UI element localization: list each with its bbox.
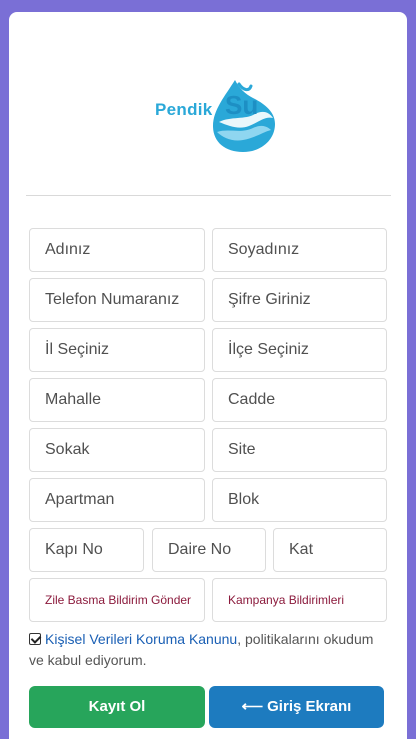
block-input[interactable]: Blok [212, 478, 387, 522]
ring-notify-option[interactable]: Zile Basma Bildirim Gönder [29, 578, 205, 622]
first-name-input[interactable]: Adınız [29, 228, 205, 272]
register-button[interactable]: Kayıt Ol [29, 686, 205, 728]
floor-input[interactable]: Kat [273, 528, 387, 572]
brand-logo: Pendik Su [155, 76, 279, 156]
register-button-label: Kayıt Ol [88, 698, 146, 715]
flat-no-input[interactable]: Daire No [152, 528, 266, 572]
phone-input[interactable]: Telefon Numaranız [29, 278, 205, 322]
password-input[interactable]: Şifre Giriniz [212, 278, 387, 322]
brand-mark: Su [225, 90, 259, 120]
login-button-label: Giriş Ekranı [267, 698, 352, 715]
neighborhood-input[interactable]: Mahalle [29, 378, 205, 422]
street-input[interactable]: Cadde [212, 378, 387, 422]
last-name-input[interactable]: Soyadınız [212, 228, 387, 272]
door-no-input[interactable]: Kapı No [29, 528, 144, 572]
login-screen-button[interactable]: ⟵ Giriş Ekranı [209, 686, 384, 728]
kvkk-link[interactable]: Kişisel Verileri Koruma Kanunu [45, 631, 237, 647]
alley-input[interactable]: Sokak [29, 428, 205, 472]
divider [26, 195, 391, 196]
consent-checkbox[interactable] [29, 633, 41, 645]
campaign-notify-option[interactable]: Kampanya Bildirimleri [212, 578, 387, 622]
site-input[interactable]: Site [212, 428, 387, 472]
register-card: Pendik Su Adınız Soyadınız Telefon Numar… [9, 12, 407, 739]
apartment-input[interactable]: Apartman [29, 478, 205, 522]
consent-text: Kişisel Verileri Koruma Kanunu, politika… [29, 629, 389, 671]
arrow-left-icon: ⟵ [241, 698, 264, 715]
district-select[interactable]: İlçe Seçiniz [212, 328, 387, 372]
brand-name: Pendik [155, 100, 213, 119]
city-select[interactable]: İl Seçiniz [29, 328, 205, 372]
